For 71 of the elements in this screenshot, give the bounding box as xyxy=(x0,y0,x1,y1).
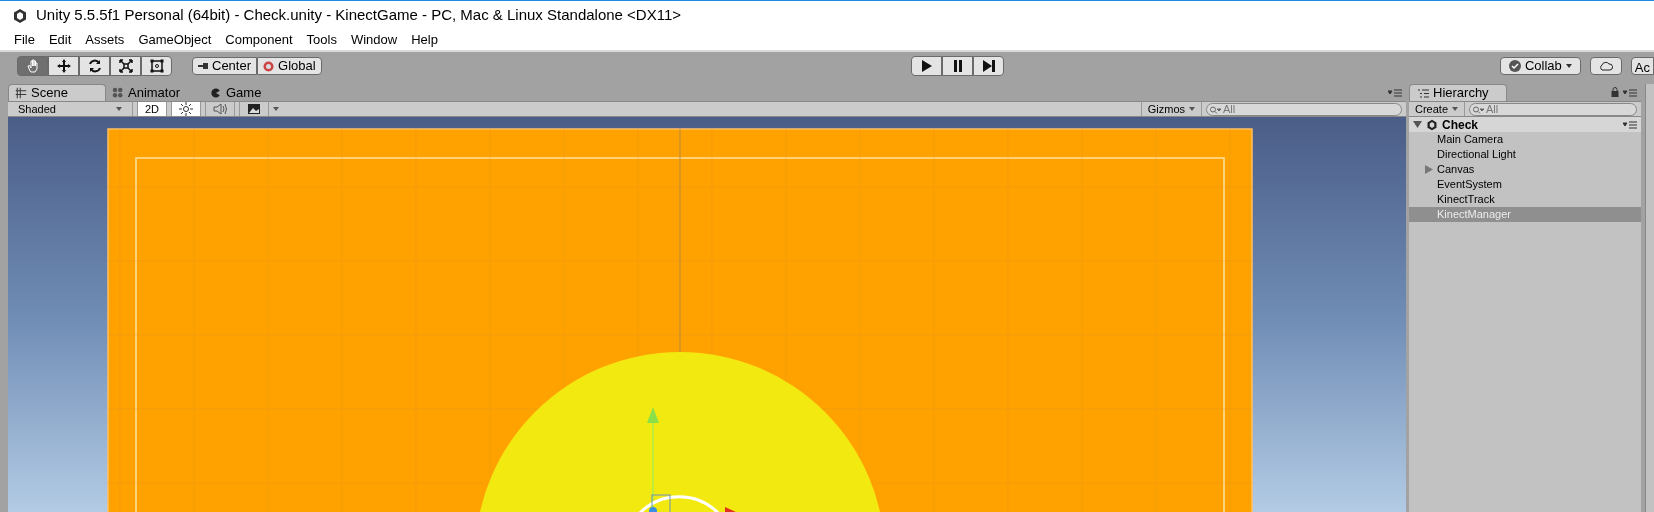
gizmos-dropdown[interactable]: Gizmos xyxy=(1140,102,1202,116)
pivot-center-icon xyxy=(198,62,208,70)
pause-button[interactable] xyxy=(942,56,973,76)
tool-button[interactable] xyxy=(141,56,172,76)
tool-button[interactable] xyxy=(79,56,110,76)
menu-item[interactable]: Help xyxy=(411,30,438,50)
cloud-icon xyxy=(1597,61,1614,71)
panel-menu-icon[interactable] xyxy=(1388,89,1402,97)
rect-tool-icon xyxy=(148,58,165,74)
scene-audio-toggle[interactable] xyxy=(205,102,236,116)
hierarchy-item[interactable]: EventSystem xyxy=(1409,177,1641,192)
move-tool-icon xyxy=(55,58,72,74)
scale-tool-icon xyxy=(117,58,134,74)
scene-dimension-toggle[interactable]: 2D xyxy=(137,102,168,116)
hierarchy-item[interactable]: Main Camera xyxy=(1409,132,1641,147)
hierarchy-item[interactable]: Directional Light xyxy=(1409,147,1641,162)
speaker-icon xyxy=(213,102,228,116)
lock-icon[interactable] xyxy=(1611,87,1619,97)
globe-icon xyxy=(263,60,275,72)
image-icon xyxy=(247,102,262,116)
unity-logo-icon xyxy=(12,7,28,24)
scene-effects-toggle[interactable] xyxy=(239,102,270,116)
menu-item[interactable]: Window xyxy=(350,30,398,50)
tool-button[interactable] xyxy=(110,56,141,76)
scene-tab[interactable]: Game xyxy=(204,84,302,101)
menu-item[interactable]: File xyxy=(14,30,35,50)
list-icon xyxy=(1418,88,1429,98)
panel-menu-icon[interactable] xyxy=(1623,120,1637,129)
hierarchy-item[interactable]: KinectTrack xyxy=(1409,192,1641,207)
cloud-button[interactable] xyxy=(1589,57,1622,75)
check-circle-icon xyxy=(1508,60,1521,72)
game-tab-icon xyxy=(210,86,222,99)
step-icon xyxy=(980,58,997,74)
pivot-button[interactable]: Center xyxy=(192,57,258,75)
menu-item[interactable]: GameObject xyxy=(138,30,212,50)
caret-icon xyxy=(1565,64,1572,68)
step-button[interactable] xyxy=(973,56,1004,76)
tool-button[interactable] xyxy=(48,56,79,76)
collab-button[interactable]: Collab xyxy=(1499,57,1581,75)
scene-tab[interactable]: Animator xyxy=(106,84,204,101)
animator-tab-icon xyxy=(112,86,124,99)
scene-name: Check xyxy=(1442,116,1479,134)
expanded-arrow-icon[interactable] xyxy=(1413,120,1422,129)
caret-icon xyxy=(116,107,122,111)
window-title: Unity 5.5.5f1 Personal (64bit) - Check.unity - KinectGame - PC, Mac & Linux Standalone <DX11> xyxy=(36,5,682,26)
collapsed-arrow-icon[interactable] xyxy=(1425,165,1433,174)
menu-item[interactable]: Tools xyxy=(306,30,337,50)
search-field[interactable]: All xyxy=(1469,102,1637,116)
pivot-button[interactable]: Global xyxy=(257,57,322,75)
caret-icon xyxy=(1452,107,1459,111)
menu-item[interactable]: Edit xyxy=(48,30,72,50)
scene-header-row[interactable]: Check xyxy=(1409,117,1641,132)
hand-tool-icon xyxy=(24,58,41,74)
draw-mode-dropdown[interactable]: Shaded xyxy=(8,102,133,116)
panel-menu-icon[interactable] xyxy=(1623,89,1637,97)
caret-icon xyxy=(1189,107,1195,111)
hierarchy-item[interactable]: Canvas xyxy=(1409,162,1641,177)
create-dropdown[interactable]: Create xyxy=(1409,102,1466,116)
menu-item[interactable]: Component xyxy=(225,30,293,50)
unity-logo-icon xyxy=(1426,118,1438,131)
hierarchy-tab[interactable]: Hierarchy xyxy=(1409,84,1507,101)
play-button[interactable] xyxy=(911,56,942,76)
sun-icon xyxy=(179,102,194,116)
search-field[interactable]: All xyxy=(1206,102,1402,116)
scene-tab-icon xyxy=(15,87,27,99)
menu-item[interactable]: Assets xyxy=(85,30,125,50)
scene-light-toggle[interactable] xyxy=(171,102,202,116)
account-button[interactable]: Ac xyxy=(1630,57,1654,75)
caret-icon[interactable] xyxy=(273,107,280,111)
rotate-tool-icon xyxy=(86,58,103,74)
scene-tab[interactable]: Scene xyxy=(8,84,106,101)
